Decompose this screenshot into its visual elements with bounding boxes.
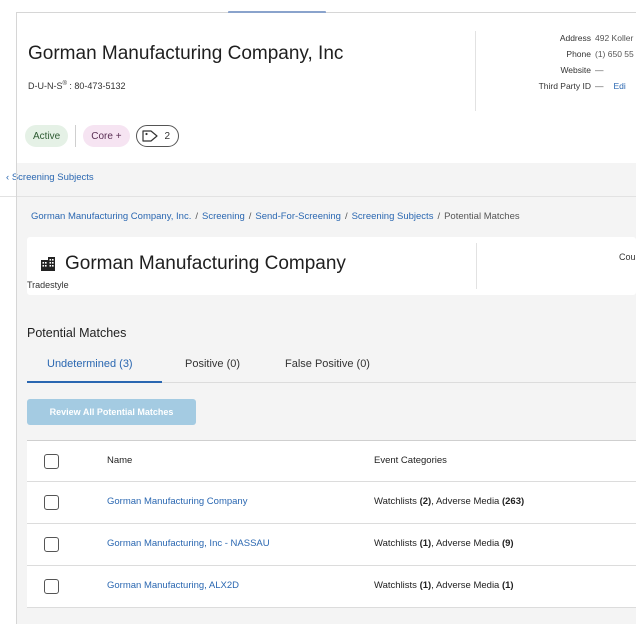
- table-row: Gorman Manufacturing Company Watchlists …: [27, 482, 636, 524]
- phone-row: Phone (1) 650 55: [497, 49, 636, 65]
- potential-matches-table: Name Event Categories Gorman Manufacturi…: [27, 440, 636, 608]
- tag-icon: [141, 130, 158, 142]
- phone-value: (1) 650 55: [595, 49, 634, 59]
- window-left-border: [16, 12, 17, 624]
- address-row: Address 492 Koller: [497, 33, 636, 49]
- edit-third-party-id-link[interactable]: Edi: [614, 81, 626, 91]
- screening-subject-card: Gorman Manufacturing Company Tradestyle …: [27, 237, 636, 295]
- match-event-categories: Watchlists (1), Adverse Media (1): [374, 580, 514, 591]
- back-link-label: Screening Subjects: [11, 172, 94, 183]
- match-event-categories: Watchlists (2), Adverse Media (263): [374, 496, 525, 507]
- third-party-id-row: Third Party ID — Edi: [497, 81, 636, 97]
- subject-name: Gorman Manufacturing Company: [65, 253, 346, 274]
- potential-matches-title: Potential Matches: [27, 326, 127, 340]
- card-divider: [476, 243, 477, 289]
- building-icon: [41, 257, 55, 271]
- column-header-name[interactable]: Name: [107, 455, 132, 466]
- breadcrumb: Gorman Manufacturing Company, Inc. / Scree…: [31, 211, 520, 222]
- breadcrumb-company[interactable]: Gorman Manufacturing Company, Inc.: [31, 211, 191, 222]
- select-all-checkbox[interactable]: [44, 454, 59, 469]
- website-label: Website: [560, 65, 591, 75]
- company-name: Gorman Manufacturing Company, Inc: [28, 43, 344, 64]
- row-checkbox[interactable]: [44, 579, 59, 594]
- table-row: Gorman Manufacturing, Inc - NASSAU Watch…: [27, 524, 636, 566]
- tags-button[interactable]: 2: [135, 125, 180, 147]
- subject-type: Tradestyle: [27, 280, 69, 290]
- chip-divider: [75, 125, 77, 147]
- match-name-link[interactable]: Gorman Manufacturing Company: [107, 496, 247, 507]
- phone-label: Phone: [566, 49, 591, 59]
- subject-country-label: Cou: [619, 252, 636, 262]
- header-divider: [475, 31, 476, 111]
- breadcrumb-send-for-screening[interactable]: Send-For-Screening: [255, 211, 341, 222]
- website-value: —: [595, 65, 604, 75]
- nav-divider: [0, 196, 636, 197]
- table-header-row: Name Event Categories: [27, 440, 636, 482]
- third-party-id-label: Third Party ID: [538, 81, 591, 91]
- chevron-left-icon: ‹: [6, 172, 10, 183]
- breadcrumb-screening-subjects[interactable]: Screening Subjects: [352, 211, 434, 222]
- breadcrumb-screening[interactable]: Screening: [202, 211, 245, 222]
- subject-title: Gorman Manufacturing Company: [40, 253, 346, 275]
- row-checkbox[interactable]: [44, 495, 59, 510]
- review-all-potential-matches-button[interactable]: Review All Potential Matches: [27, 399, 196, 425]
- address-value: 492 Koller: [595, 33, 634, 43]
- tab-positive[interactable]: Positive (0): [185, 358, 240, 370]
- match-name-link[interactable]: Gorman Manufacturing, ALX2D: [107, 580, 239, 591]
- column-header-event-categories[interactable]: Event Categories: [374, 455, 447, 466]
- tag-count: 2: [164, 130, 171, 142]
- table-row: Gorman Manufacturing, ALX2D Watchlists (…: [27, 566, 636, 608]
- active-tab-indicator: [27, 381, 162, 383]
- tab-false-positive[interactable]: False Positive (0): [285, 358, 370, 370]
- tab-undetermined[interactable]: Undetermined (3): [47, 358, 133, 370]
- match-name-link[interactable]: Gorman Manufacturing, Inc - NASSAU: [107, 538, 270, 549]
- match-event-categories: Watchlists (1), Adverse Media (9): [374, 538, 514, 549]
- address-label: Address: [559, 33, 591, 43]
- row-checkbox[interactable]: [44, 537, 59, 552]
- back-to-screening-subjects-link[interactable]: ‹ Screening Subjects: [6, 172, 94, 183]
- duns-number: D-U-N-S® : 80-473-5132: [28, 81, 126, 91]
- status-badge: Active: [25, 125, 69, 147]
- plan-badge: Core +: [83, 125, 130, 147]
- website-row: Website —: [497, 65, 636, 81]
- third-party-id-value: — Edi: [595, 81, 626, 91]
- company-contact-info: Address 492 Koller Phone (1) 650 55 Webs…: [497, 33, 636, 97]
- breadcrumb-potential-matches: Potential Matches: [444, 211, 520, 222]
- status-chips: Active Core + 2: [25, 123, 180, 149]
- match-tabs: Undetermined (3) Positive (0) False Posi…: [27, 348, 636, 383]
- company-header: Gorman Manufacturing Company, Inc D-U-N-…: [17, 13, 636, 163]
